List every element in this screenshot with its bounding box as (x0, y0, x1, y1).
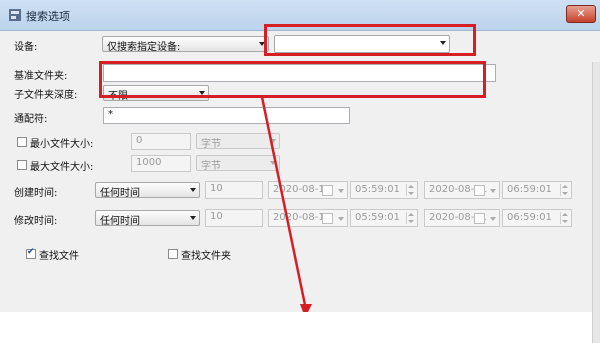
wildcard-value: * (108, 109, 113, 120)
max-size-input[interactable]: 1000 (131, 155, 191, 172)
find-files-label: 查找文件 (39, 251, 79, 262)
created-num-input[interactable]: 10 (205, 181, 263, 199)
modified-from-time[interactable]: 05:59:01 (350, 209, 418, 227)
wildcard-label: 通配符: (14, 114, 48, 125)
created-from-date[interactable]: 2020-08-11 (268, 181, 348, 199)
find-files-checkbox[interactable] (26, 247, 36, 259)
highlight-box-base-folder (99, 61, 486, 98)
calendar-checkbox-icon (474, 213, 485, 224)
device-scope-select[interactable]: 仅搜索指定设备: (102, 36, 269, 53)
calendar-checkbox-icon (322, 213, 333, 224)
spinner-icon[interactable] (406, 184, 415, 196)
min-size-label: 最小文件大小: (30, 139, 94, 150)
device-scope-value: 仅搜索指定设备: (107, 42, 181, 53)
chevron-down-icon (490, 189, 496, 193)
spinner-icon[interactable] (406, 212, 415, 224)
spinner-icon[interactable] (560, 184, 569, 196)
min-size-value: 0 (136, 135, 143, 146)
device-label: 设备: (14, 42, 38, 53)
min-size-unit: 字节 (201, 139, 221, 150)
modified-mode-select[interactable]: 任何时间 (95, 210, 200, 227)
chevron-down-icon (338, 189, 344, 193)
modified-to-time-value: 06:59:01 (507, 212, 552, 223)
modified-to-date[interactable]: 2020-08-11 (424, 209, 500, 227)
chevron-down-icon (490, 217, 496, 221)
modified-to-time[interactable]: 06:59:01 (502, 209, 572, 227)
chevron-down-icon (190, 216, 196, 220)
chevron-down-icon (190, 188, 196, 192)
base-folder-label: 基准文件夹: (14, 71, 68, 82)
subfolder-depth-label: 子文件夹深度: (14, 90, 78, 101)
created-to-time-value: 06:59:01 (507, 184, 552, 195)
highlight-box-device-target (264, 24, 476, 56)
modified-time-label: 修改时间: (14, 216, 58, 227)
min-size-checkbox[interactable] (17, 137, 27, 147)
find-folders-label: 查找文件夹 (181, 251, 231, 262)
app-icon (9, 9, 21, 21)
created-mode-value: 任何时间 (100, 188, 140, 199)
created-num-value: 10 (210, 183, 223, 194)
chevron-down-icon (270, 139, 276, 143)
max-size-checkbox[interactable] (17, 160, 27, 170)
window-title: 搜索选项 (26, 10, 70, 23)
min-size-input[interactable]: 0 (131, 133, 191, 150)
chevron-down-icon (270, 161, 276, 165)
window-right-edge (592, 62, 600, 343)
created-to-date[interactable]: 2020-08-11 (424, 181, 500, 199)
created-from-time[interactable]: 05:59:01 (350, 181, 418, 199)
created-from-time-value: 05:59:01 (355, 184, 400, 195)
created-time-label: 创建时间: (14, 188, 58, 199)
modified-from-time-value: 05:59:01 (355, 212, 400, 223)
find-folders-checkbox[interactable] (168, 249, 178, 259)
created-mode-select[interactable]: 任何时间 (95, 182, 200, 199)
calendar-checkbox-icon (474, 185, 485, 196)
max-size-unit-select[interactable]: 字节 (196, 155, 280, 172)
max-size-value: 1000 (136, 157, 162, 168)
modified-mode-value: 任何时间 (100, 216, 140, 227)
created-to-time[interactable]: 06:59:01 (502, 181, 572, 199)
spinner-icon[interactable] (560, 212, 569, 224)
modified-num-value: 10 (210, 211, 223, 222)
chevron-down-icon (338, 217, 344, 221)
close-icon: ✕ (576, 7, 586, 20)
min-size-unit-select[interactable]: 字节 (196, 133, 280, 150)
calendar-checkbox-icon (322, 185, 333, 196)
max-size-unit: 字节 (201, 161, 221, 172)
modified-num-input[interactable]: 10 (205, 209, 263, 227)
wildcard-input[interactable]: * (103, 107, 350, 124)
close-button[interactable]: ✕ (566, 5, 596, 23)
max-size-label: 最大文件大小: (30, 162, 94, 173)
modified-from-date[interactable]: 2020-08-11 (268, 209, 348, 227)
